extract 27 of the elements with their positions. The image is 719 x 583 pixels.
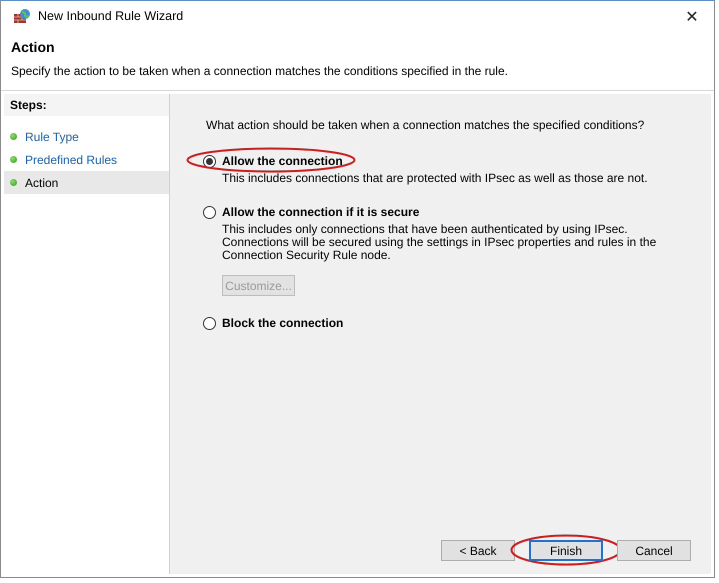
page-description: Specify the action to be taken when a connection matches the conditions specified in the rule.: [11, 64, 509, 78]
step-item[interactable]: Predefined Rules: [4, 148, 169, 171]
question-text: What action should be taken when a connection matches the specified conditions?: [206, 118, 646, 132]
steps-heading: Steps:: [4, 94, 169, 116]
radio-button[interactable]: [203, 154, 216, 168]
firewall-icon: [13, 8, 31, 24]
status-dot-icon: [10, 179, 17, 186]
step-item[interactable]: Rule Type: [4, 125, 169, 148]
option-description: This includes only connections that have been authenticated by using IPsec. Connections will be secured using the settings in IPsec properties and rules in the Connection Security Rule node.: [222, 223, 658, 262]
status-dot-icon: [10, 156, 17, 163]
status-dot-icon: [10, 133, 17, 140]
dialog-button[interactable]: Finish: [529, 540, 603, 561]
radio-button[interactable]: [203, 206, 216, 218]
page-title: Action: [11, 39, 56, 55]
dialog-button[interactable]: Cancel: [617, 540, 691, 561]
radio-option[interactable]: Block the connection: [203, 316, 344, 330]
step-link[interactable]: Action: [25, 176, 58, 190]
step-link[interactable]: Rule Type: [25, 130, 79, 144]
window-title: New Inbound Rule Wizard: [38, 9, 184, 23]
step-link[interactable]: Predefined Rules: [25, 152, 118, 166]
option-description: This includes connections that are protected with IPsec as well as those are not.: [222, 172, 649, 185]
radio-button[interactable]: [203, 316, 216, 330]
radio-option[interactable]: Allow the connection if it is secure: [203, 205, 420, 219]
step-item[interactable]: Action: [4, 171, 169, 194]
radio-option[interactable]: Allow the connection: [203, 154, 343, 168]
dialog-button[interactable]: < Back: [441, 540, 515, 561]
close-button[interactable]: ✕: [670, 1, 714, 31]
